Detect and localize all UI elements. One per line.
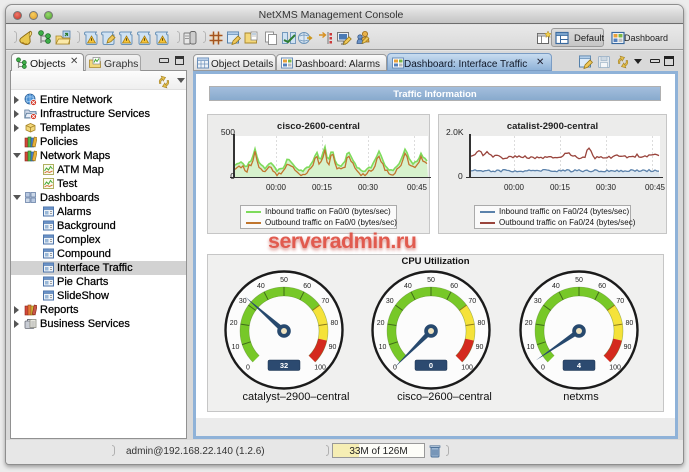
svg-text:70: 70: [321, 298, 329, 305]
svg-text:32: 32: [279, 361, 287, 370]
svg-text:80: 80: [477, 320, 485, 327]
svg-text:40: 40: [404, 283, 412, 290]
svg-text:30: 30: [238, 298, 246, 305]
svg-text:0: 0: [429, 361, 433, 370]
svg-text:100: 100: [314, 364, 326, 371]
svg-text:0: 0: [393, 364, 397, 371]
svg-text:10: 10: [526, 344, 534, 351]
svg-text:0: 0: [540, 364, 544, 371]
svg-text:60: 60: [450, 283, 458, 290]
svg-text:60: 60: [303, 283, 311, 290]
svg-text:60: 60: [598, 283, 606, 290]
svg-text:50: 50: [427, 277, 435, 284]
svg-text:80: 80: [330, 320, 338, 327]
svg-text:50: 50: [280, 277, 288, 284]
svg-text:30: 30: [533, 298, 541, 305]
svg-text:20: 20: [377, 320, 385, 327]
svg-text:40: 40: [551, 283, 559, 290]
svg-text:50: 50: [575, 277, 583, 284]
svg-text:100: 100: [609, 364, 621, 371]
svg-text:20: 20: [524, 320, 532, 327]
svg-text:90: 90: [328, 344, 336, 351]
svg-text:90: 90: [476, 344, 484, 351]
svg-text:40: 40: [256, 283, 264, 290]
svg-text:10: 10: [379, 344, 387, 351]
svg-text:0: 0: [245, 364, 249, 371]
svg-text:30: 30: [386, 298, 394, 305]
svg-text:90: 90: [623, 344, 631, 351]
svg-text:80: 80: [625, 320, 633, 327]
svg-text:70: 70: [616, 298, 624, 305]
svg-text:70: 70: [468, 298, 476, 305]
svg-text:10: 10: [231, 344, 239, 351]
svg-text:20: 20: [229, 320, 237, 327]
svg-text:100: 100: [461, 364, 473, 371]
